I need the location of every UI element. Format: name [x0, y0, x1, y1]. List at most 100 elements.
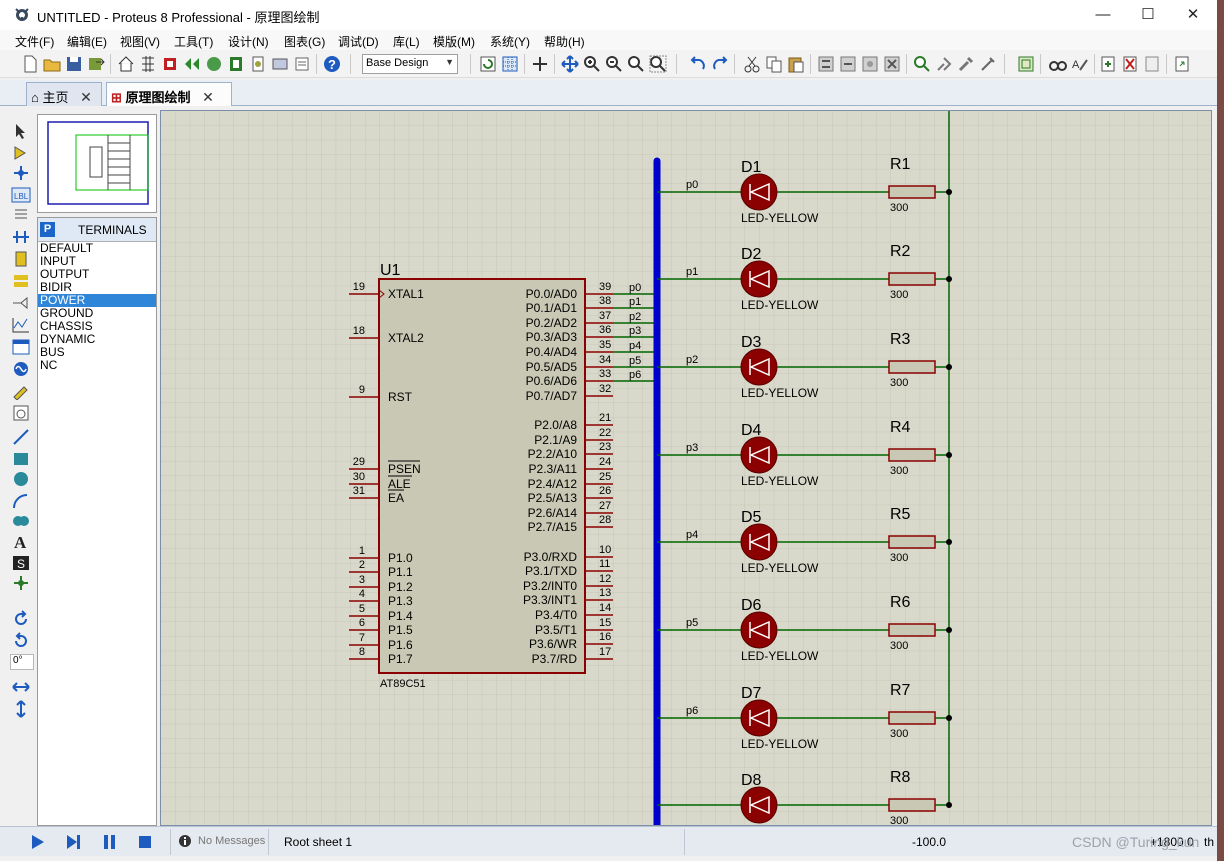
package-tool-icon[interactable] — [956, 54, 976, 74]
block-move-icon[interactable] — [838, 54, 858, 74]
menu-view[interactable]: 视图(V) — [120, 33, 160, 50]
help-icon[interactable]: ? — [322, 54, 342, 74]
net-label: p5 — [629, 355, 641, 367]
stop-icon[interactable] — [136, 833, 154, 851]
device-pins-icon[interactable] — [11, 294, 31, 312]
zoom-all-icon[interactable] — [626, 54, 646, 74]
mirror-x-icon[interactable] — [11, 678, 31, 696]
pcb-layout-icon[interactable] — [160, 54, 180, 74]
play-icon[interactable] — [28, 833, 46, 851]
grid-toggle-icon[interactable] — [500, 54, 520, 74]
new-sheet-icon[interactable] — [1098, 54, 1118, 74]
virtual-instruments-icon[interactable] — [11, 404, 31, 422]
delete-sheet-icon[interactable] — [1120, 54, 1140, 74]
zoom-area-icon[interactable] — [648, 54, 668, 74]
pause-icon[interactable] — [100, 833, 118, 851]
zoom-in-icon[interactable] — [582, 54, 602, 74]
menu-help[interactable]: 帮助(H) — [544, 33, 585, 50]
export-icon[interactable] — [1172, 54, 1192, 74]
make-device-icon[interactable] — [934, 54, 954, 74]
home-icon[interactable] — [116, 54, 136, 74]
menu-file[interactable]: 文件(F) — [15, 33, 54, 50]
design-variant-select[interactable]: Base Design ▼ — [362, 54, 458, 74]
copy-icon[interactable] — [764, 54, 784, 74]
overview-window[interactable] — [37, 114, 157, 213]
design-explorer-icon[interactable] — [248, 54, 268, 74]
generator-mode-icon[interactable] — [11, 360, 31, 378]
junction-dot-icon[interactable] — [11, 164, 31, 182]
terminal-nc[interactable]: NC — [38, 359, 156, 372]
close-button[interactable]: ✕ — [1170, 0, 1216, 30]
terminals-mode-icon[interactable] — [11, 272, 31, 290]
rotation-angle-field[interactable]: 0° — [10, 654, 34, 670]
menu-design[interactable]: 设计(N) — [228, 33, 269, 50]
net-label: p3 — [629, 325, 641, 337]
tape-recorder-icon[interactable] — [11, 338, 31, 356]
rotate-clockwise-icon[interactable] — [11, 610, 31, 628]
undo-icon[interactable] — [688, 54, 708, 74]
component-mode-icon[interactable] — [11, 144, 31, 162]
refresh-icon[interactable] — [478, 54, 498, 74]
line-draw-icon[interactable] — [11, 428, 31, 446]
decompose-icon[interactable] — [978, 54, 998, 74]
menu-debug[interactable]: 调试(D) — [338, 33, 379, 50]
voltage-probe-icon[interactable] — [11, 382, 31, 401]
tab-schematic-close-icon[interactable]: ✕ — [202, 89, 214, 105]
symbol-draw-icon[interactable]: S — [11, 554, 31, 572]
arc-draw-icon[interactable] — [11, 492, 31, 510]
paste-icon[interactable] — [786, 54, 806, 74]
cut-icon[interactable] — [742, 54, 762, 74]
menu-graph[interactable]: 图表(G) — [284, 33, 325, 50]
3d-viewer-icon[interactable] — [204, 54, 224, 74]
minimize-button[interactable]: — — [1080, 0, 1126, 30]
block-rotate-icon[interactable] — [860, 54, 880, 74]
search-tag-icon[interactable] — [1048, 54, 1068, 74]
wire-label-icon[interactable]: LBL — [11, 186, 31, 204]
path-draw-icon[interactable] — [11, 512, 31, 530]
pick-device-icon[interactable] — [912, 54, 932, 74]
bus-mode-icon[interactable] — [11, 228, 31, 246]
pick-badge[interactable]: P — [40, 222, 55, 237]
notes-icon[interactable] — [292, 54, 312, 74]
menu-template[interactable]: 模版(M) — [433, 33, 475, 50]
save-icon[interactable] — [64, 54, 84, 74]
block-copy-icon[interactable] — [816, 54, 836, 74]
pan-icon[interactable] — [560, 54, 580, 74]
mirror-y-icon[interactable] — [11, 700, 31, 718]
menu-library[interactable]: 库(L) — [393, 33, 420, 50]
new-file-icon[interactable] — [20, 54, 40, 74]
box-draw-icon[interactable] — [11, 450, 31, 468]
schematic-capture-icon[interactable] — [138, 54, 158, 74]
open-folder-icon[interactable] — [42, 54, 62, 74]
zoom-out-icon[interactable] — [604, 54, 624, 74]
text-script-icon[interactable] — [11, 206, 31, 224]
rotate-anticlockwise-icon[interactable] — [11, 632, 31, 650]
text-draw-icon[interactable]: A — [11, 532, 31, 552]
maximize-button[interactable]: ☐ — [1125, 0, 1171, 30]
block-delete-icon[interactable] — [882, 54, 902, 74]
step-icon[interactable] — [64, 833, 82, 851]
origin-icon[interactable] — [530, 54, 550, 74]
svg-text:S: S — [17, 557, 25, 571]
subcircuit-icon[interactable] — [11, 250, 31, 268]
tab-home-close-icon[interactable]: ✕ — [80, 89, 92, 105]
goto-sheet-icon[interactable] — [1142, 54, 1162, 74]
menu-tools[interactable]: 工具(T) — [174, 33, 213, 50]
wire-autorouter-icon[interactable] — [1016, 54, 1036, 74]
bom-icon[interactable] — [226, 54, 246, 74]
property-assignment-icon[interactable]: A — [1070, 54, 1090, 74]
tab-home[interactable]: ⌂ 主页 ✕ — [26, 82, 102, 106]
circle-draw-icon[interactable] — [11, 470, 31, 488]
selection-mode-icon[interactable] — [11, 122, 31, 140]
graph-mode-icon[interactable] — [11, 316, 31, 334]
import-icon[interactable] — [86, 54, 106, 74]
menu-system[interactable]: 系统(Y) — [490, 33, 530, 50]
schematic-canvas[interactable]: U1 AT89C51 19 XTAL1 18 XTAL2 9 RST 29 PSEN 30 ALE 31… — [160, 110, 1212, 826]
menu-edit[interactable]: 编辑(E) — [67, 33, 107, 50]
simulation-graph-icon[interactable] — [182, 54, 202, 74]
marker-draw-icon[interactable] — [11, 574, 31, 592]
gerber-icon[interactable] — [270, 54, 290, 74]
tab-schematic[interactable]: ⊞ 原理图绘制 ✕ — [106, 82, 232, 106]
messages-status[interactable]: No Messages — [198, 835, 265, 847]
redo-icon[interactable] — [710, 54, 730, 74]
